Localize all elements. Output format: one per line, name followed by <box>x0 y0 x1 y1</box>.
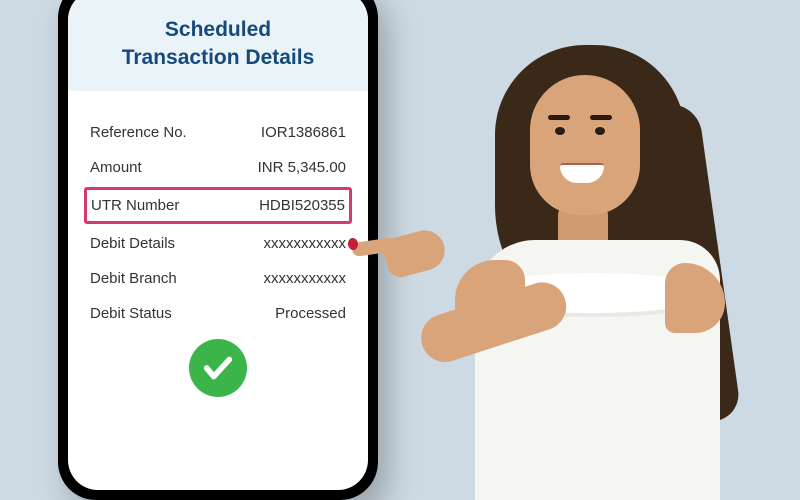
title-line-2: Transaction Details <box>122 46 315 69</box>
detail-row-debit-details: Debit Details xxxxxxxxxxx <box>86 226 350 261</box>
label-reference: Reference No. <box>90 124 187 141</box>
person-face <box>530 75 640 215</box>
value-reference: IOR1386861 <box>261 124 346 141</box>
label-debit-details: Debit Details <box>90 235 175 252</box>
detail-row-debit-status: Debit Status Processed <box>86 296 350 331</box>
value-debit-branch: xxxxxxxxxxx <box>264 270 347 287</box>
phone-screen: Scheduled Transaction Details Reference … <box>68 0 368 490</box>
person-eyebrow <box>548 115 570 120</box>
page-title: Scheduled Transaction Details <box>78 16 358 73</box>
title-line-1: Scheduled <box>165 18 271 41</box>
person-eyebrow <box>590 115 612 120</box>
person-illustration <box>400 45 760 500</box>
value-debit-status: Processed <box>275 305 346 322</box>
label-debit-status: Debit Status <box>90 305 172 322</box>
detail-row-debit-branch: Debit Branch xxxxxxxxxxx <box>86 261 350 296</box>
label-utr: UTR Number <box>91 197 179 214</box>
detail-row-amount: Amount INR 5,345.00 <box>86 150 350 185</box>
label-amount: Amount <box>90 159 142 176</box>
phone-mockup: Scheduled Transaction Details Reference … <box>58 0 378 500</box>
value-utr: HDBI520355 <box>259 197 345 214</box>
success-checkmark-icon <box>189 339 247 397</box>
transaction-details-list: Reference No. IOR1386861 Amount INR 5,34… <box>68 91 368 490</box>
value-amount: INR 5,345.00 <box>258 159 346 176</box>
person-hand <box>381 226 449 280</box>
person-eye <box>555 127 565 135</box>
detail-row-reference: Reference No. IOR1386861 <box>86 115 350 150</box>
transaction-header: Scheduled Transaction Details <box>68 0 368 91</box>
label-debit-branch: Debit Branch <box>90 270 177 287</box>
value-debit-details: xxxxxxxxxxx <box>264 235 347 252</box>
person-eye <box>595 127 605 135</box>
detail-row-utr-highlighted: UTR Number HDBI520355 <box>84 187 352 224</box>
